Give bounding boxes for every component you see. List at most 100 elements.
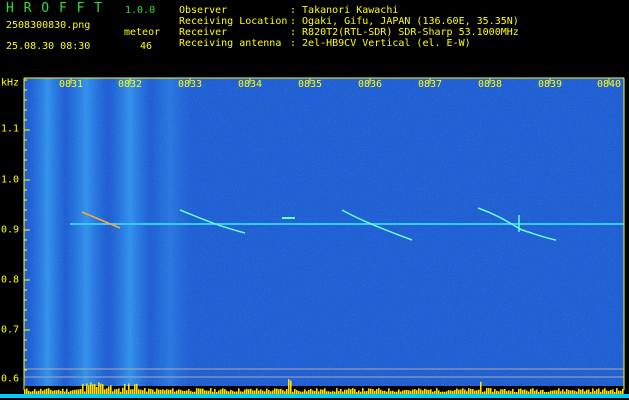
level-bar — [196, 388, 198, 394]
level-bar — [82, 383, 84, 394]
level-bar — [298, 390, 300, 394]
level-bar — [564, 391, 566, 394]
level-bar — [360, 391, 362, 394]
x-tick-label: 0836 — [357, 79, 383, 90]
level-bar — [566, 389, 568, 394]
level-bar — [430, 389, 432, 394]
level-bar — [34, 388, 36, 394]
level-bar — [24, 389, 26, 394]
level-bar — [316, 388, 318, 394]
level-bar — [558, 388, 560, 394]
level-bar — [50, 389, 52, 394]
level-bar — [450, 390, 452, 394]
level-bar — [206, 390, 208, 394]
level-bar — [318, 391, 320, 394]
level-bar — [190, 390, 192, 394]
level-bar — [172, 388, 174, 394]
level-bar — [210, 388, 212, 394]
level-bar — [358, 390, 360, 394]
level-bar — [58, 389, 60, 394]
level-bar — [236, 391, 238, 394]
level-bar — [106, 388, 108, 394]
level-bar — [54, 390, 56, 394]
level-bar — [514, 391, 516, 394]
level-bar — [252, 390, 254, 394]
level-bar — [524, 389, 526, 394]
level-bar — [526, 390, 528, 394]
level-bar — [280, 388, 282, 394]
level-bar — [516, 391, 518, 394]
level-bar — [286, 389, 288, 394]
level-bar — [428, 389, 430, 394]
level-bar — [470, 388, 472, 394]
level-bar — [348, 388, 350, 394]
level-bar — [240, 391, 242, 394]
level-bar — [410, 390, 412, 394]
level-bar — [562, 389, 564, 394]
level-bar — [486, 388, 488, 394]
level-bar — [308, 389, 310, 394]
level-bar — [268, 389, 270, 394]
level-bar — [448, 390, 450, 394]
level-bar — [178, 389, 180, 394]
level-bar — [488, 388, 490, 394]
level-bar — [166, 389, 168, 394]
level-bar — [354, 389, 356, 394]
level-bar — [322, 389, 324, 394]
level-bar — [208, 390, 210, 394]
level-bar — [572, 390, 574, 394]
level-bar — [342, 391, 344, 394]
level-bar — [116, 389, 118, 394]
level-bar — [546, 391, 548, 394]
level-bar — [250, 388, 252, 394]
level-bar — [232, 390, 234, 394]
level-bar — [56, 390, 58, 394]
level-bar — [168, 389, 170, 394]
level-bar — [330, 391, 332, 394]
level-bar — [590, 391, 592, 394]
level-bar — [476, 390, 478, 394]
level-bar — [278, 389, 280, 394]
level-bar — [202, 388, 204, 394]
level-bar — [424, 388, 426, 394]
level-bar — [70, 390, 72, 394]
level-bar — [78, 389, 80, 394]
level-bar — [264, 391, 266, 394]
level-bar — [176, 390, 178, 394]
level-bar — [88, 385, 90, 394]
level-bar — [86, 383, 88, 394]
level-bar — [62, 388, 64, 394]
level-bar — [188, 389, 190, 394]
level-bar — [110, 385, 112, 394]
level-bar — [402, 390, 404, 394]
level-bar — [392, 390, 394, 394]
level-bar — [102, 384, 104, 394]
level-bar — [294, 388, 296, 394]
level-bar — [324, 388, 326, 394]
level-bar — [234, 391, 236, 394]
level-bar — [226, 390, 228, 394]
level-bar — [126, 390, 128, 394]
level-bar — [242, 391, 244, 394]
level-bar — [220, 389, 222, 394]
level-bar — [606, 390, 608, 394]
level-bar — [458, 389, 460, 394]
y-tick-label: 1.1 — [1, 123, 20, 135]
level-bar — [552, 390, 554, 394]
level-bar — [394, 391, 396, 394]
level-bar — [40, 388, 42, 394]
level-bar — [248, 389, 250, 394]
level-bar — [42, 390, 44, 394]
level-bar — [84, 391, 86, 394]
level-bar — [468, 388, 470, 394]
level-bar — [498, 391, 500, 394]
level-bar — [184, 390, 186, 394]
level-bar — [478, 389, 480, 394]
level-bar — [618, 390, 620, 394]
y-tick-label: 0.9 — [1, 224, 20, 236]
level-bar — [314, 391, 316, 394]
level-bar — [422, 390, 424, 394]
level-bar — [366, 391, 368, 394]
level-bar — [534, 390, 536, 394]
level-bar — [28, 390, 30, 394]
